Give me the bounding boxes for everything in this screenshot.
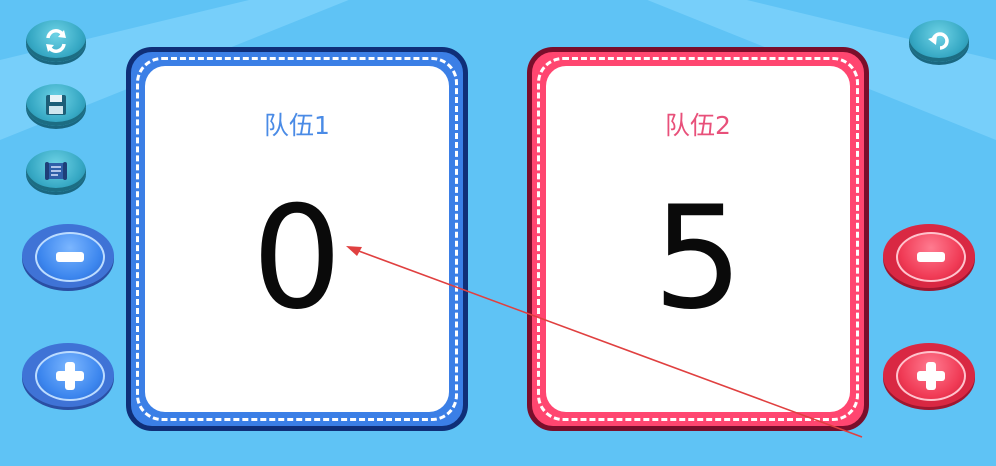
scroll-map-icon (45, 162, 67, 180)
back-button[interactable] (909, 20, 969, 62)
team1-title: 队伍1 (264, 111, 330, 140)
team2-card-panel: 队伍2 5 (546, 66, 850, 412)
button-face (35, 232, 105, 282)
plus-icon (917, 362, 945, 390)
minus-icon (56, 252, 84, 262)
team1-card-panel: 队伍1 0 (145, 66, 449, 412)
team2-minus-button[interactable] (883, 224, 975, 288)
save-icon (46, 95, 66, 115)
back-arrow-icon (928, 32, 949, 50)
swap-icon (46, 29, 66, 53)
swap-button[interactable] (26, 20, 86, 62)
button-face (35, 351, 105, 401)
team1-score: 0 (251, 176, 343, 341)
team1-minus-button[interactable] (22, 224, 114, 288)
team2-score: 5 (652, 176, 744, 341)
plus-icon (56, 362, 84, 390)
team2-card: 队伍2 5 (527, 47, 869, 431)
team1-card: 队伍1 0 (126, 47, 468, 431)
team1-plus-button[interactable] (22, 343, 114, 407)
team2-plus-button[interactable] (883, 343, 975, 407)
button-face (896, 232, 966, 282)
minus-icon (917, 252, 945, 262)
scroll-map-button[interactable] (26, 150, 86, 192)
button-face (896, 351, 966, 401)
team2-title: 队伍2 (665, 111, 731, 140)
save-button[interactable] (26, 84, 86, 126)
